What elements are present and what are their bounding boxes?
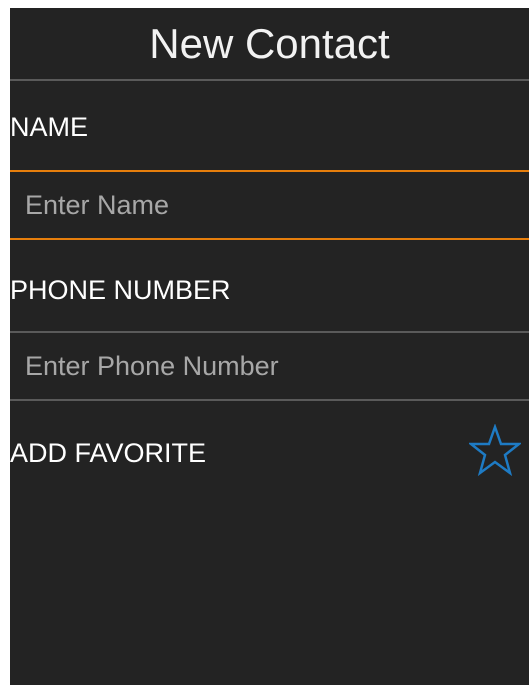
star-outline-icon[interactable] [469, 424, 521, 476]
name-input[interactable] [10, 172, 529, 238]
phone-number-field[interactable] [10, 331, 529, 401]
new-contact-screen: New Contact NAME PHONE NUMBER ADD FAVORI… [10, 8, 529, 685]
name-label: NAME [10, 112, 89, 142]
title-divider [10, 79, 529, 81]
page-title: New Contact [149, 20, 390, 67]
name-field[interactable] [10, 170, 529, 240]
phone-number-label: PHONE NUMBER [10, 275, 231, 305]
add-favorite-label: ADD FAVORITE [10, 438, 207, 468]
phone-number-input[interactable] [10, 333, 529, 399]
